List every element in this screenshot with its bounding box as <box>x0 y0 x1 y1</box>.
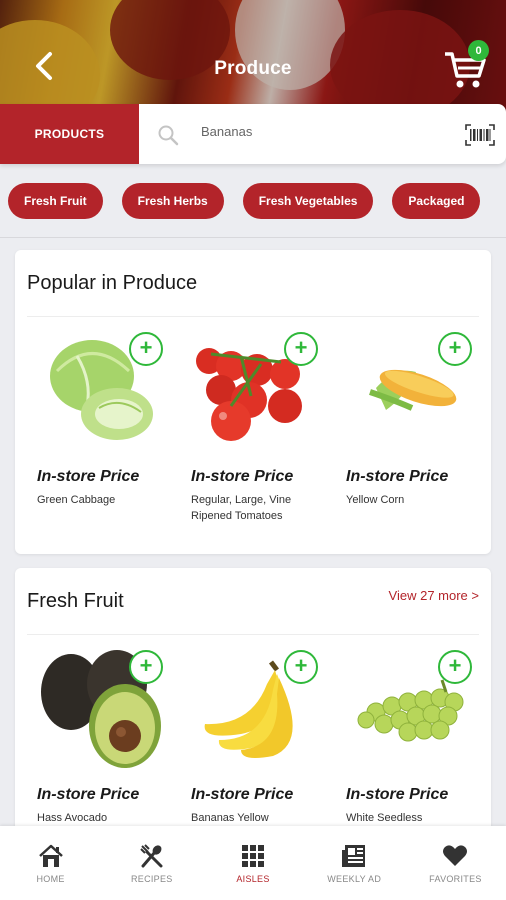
product-name: Green Cabbage <box>37 494 116 506</box>
chip-fresh-fruit[interactable]: Fresh Fruit <box>8 183 103 219</box>
product-price: In-store Price <box>346 468 449 485</box>
section-title: Fresh Fruit <box>27 590 124 612</box>
add-to-cart-button[interactable]: + <box>129 332 163 366</box>
product-name: Hass Avocado <box>37 812 108 824</box>
chip-fresh-herbs[interactable]: Fresh Herbs <box>121 183 224 219</box>
product-name: White Seedless <box>346 812 423 824</box>
products-tab[interactable]: PRODUCTS <box>0 104 139 164</box>
nav-aisles[interactable]: AISLES <box>202 826 303 900</box>
chip-packaged[interactable]: Packaged <box>392 183 481 219</box>
search-icon <box>158 125 179 146</box>
add-to-cart-button[interactable]: + <box>284 650 318 684</box>
section-title: Popular in Produce <box>27 272 198 294</box>
add-to-cart-button[interactable]: + <box>438 650 472 684</box>
category-chips: Fresh Fruit Fresh Herbs Fresh Vegetables… <box>8 183 481 219</box>
divider <box>0 237 506 238</box>
add-to-cart-button[interactable]: + <box>438 332 472 366</box>
product-price: In-store Price <box>37 468 140 485</box>
add-to-cart-button[interactable]: + <box>129 650 163 684</box>
newspaper-icon <box>342 845 366 867</box>
popular-section: Popular in Produce + In-store Price Gree… <box>15 250 491 554</box>
nav-weekly-ad[interactable]: WEEKLY AD <box>304 826 405 900</box>
divider <box>27 634 479 635</box>
search-input[interactable] <box>201 124 441 139</box>
cart-count-badge: 0 <box>468 40 489 61</box>
product-price: In-store Price <box>191 468 294 485</box>
nav-label: RECIPES <box>130 874 173 884</box>
product-name: Yellow Corn <box>346 494 405 506</box>
nav-favorites[interactable]: FAVORITES <box>405 826 506 900</box>
product-price: In-store Price <box>37 786 140 803</box>
divider <box>27 316 479 317</box>
heart-icon <box>443 845 468 866</box>
product-name: Regular, Large, Vine Ripened Tomatoes <box>191 494 292 522</box>
home-icon <box>38 844 63 867</box>
nav-label: WEEKLY AD <box>327 874 382 884</box>
search-area <box>139 104 506 164</box>
product-name: Bananas Yellow <box>191 812 269 824</box>
nav-label: AISLES <box>236 874 270 884</box>
view-more-link[interactable]: View 27 more > <box>389 588 479 603</box>
nav-home[interactable]: HOME <box>0 826 101 900</box>
grid-icon <box>242 845 264 867</box>
bottom-nav: HOME RECIPES AISLES WEEKLY AD FAVORITES <box>0 826 506 900</box>
nav-label: FAVORITES <box>429 874 482 884</box>
product-price: In-store Price <box>191 786 294 803</box>
nav-recipes[interactable]: RECIPES <box>101 826 202 900</box>
chip-fresh-vegetables[interactable]: Fresh Vegetables <box>242 183 374 219</box>
fresh-fruit-section: Fresh Fruit View 27 more > + In-store Pr… <box>15 568 491 838</box>
page-title: Produce <box>214 58 292 79</box>
utensils-icon <box>140 844 163 868</box>
barcode-scanner-icon[interactable] <box>465 124 495 146</box>
search-bar: PRODUCTS <box>0 104 506 164</box>
add-to-cart-button[interactable]: + <box>284 332 318 366</box>
nav-label: HOME <box>36 874 65 884</box>
product-price: In-store Price <box>346 786 449 803</box>
